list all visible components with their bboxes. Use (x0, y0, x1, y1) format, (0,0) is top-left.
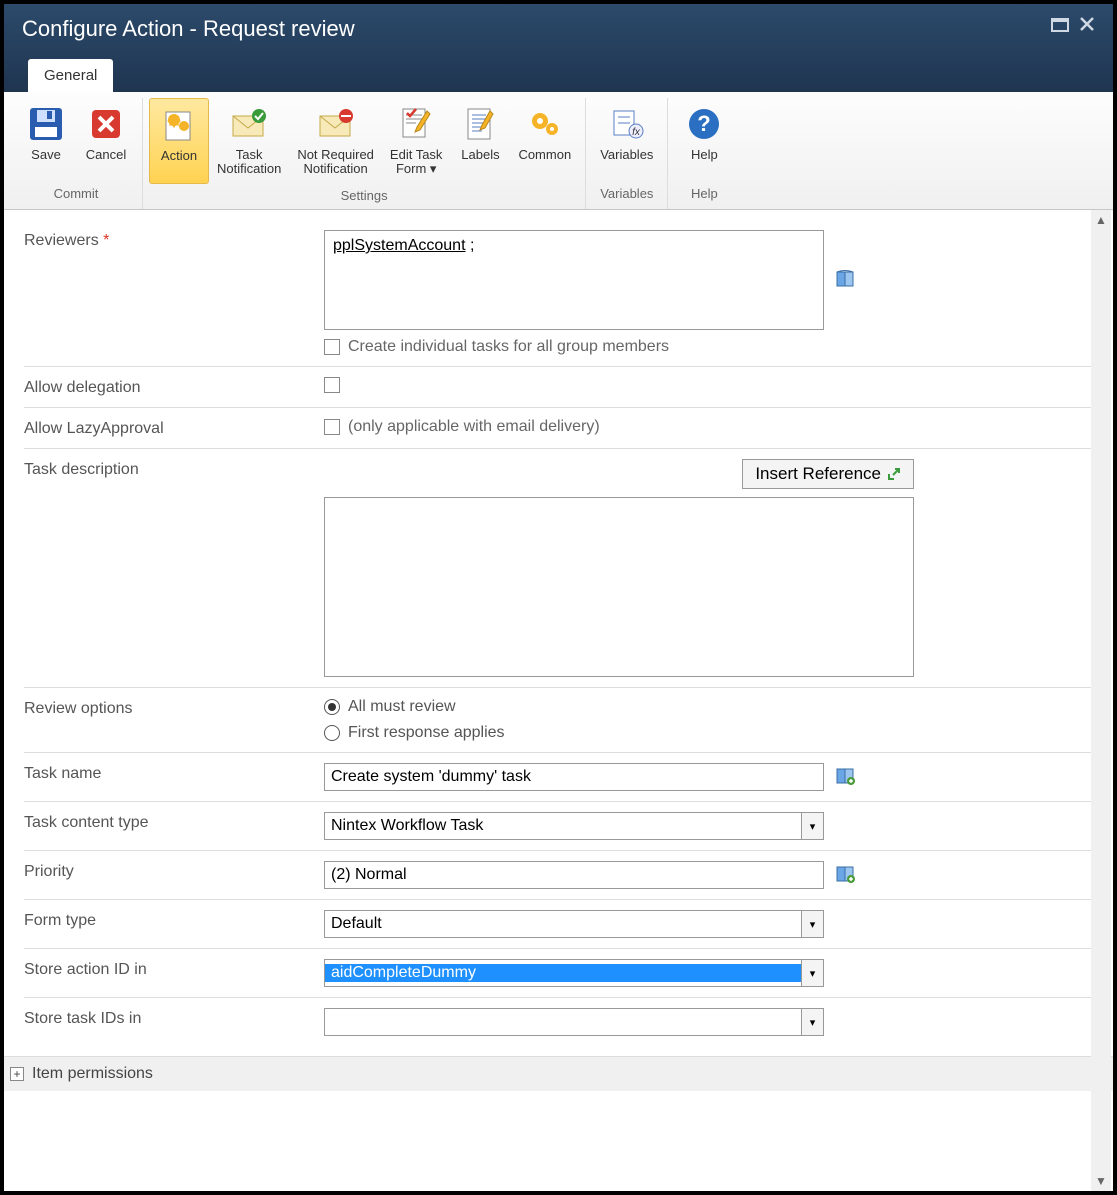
store-action-select[interactable]: aidCompleteDummy ▾ (324, 959, 824, 987)
maximize-button[interactable] (1051, 16, 1069, 37)
svg-text:fx: fx (632, 127, 641, 138)
close-button[interactable] (1079, 16, 1095, 37)
help-button[interactable]: ? Help (674, 98, 734, 182)
row-reviewers: Reviewers * pplSystemAccount ; Create in… (24, 220, 1093, 366)
lookup-icon[interactable] (836, 865, 856, 886)
row-allow-delegation: Allow delegation (24, 366, 1093, 407)
row-form-type: Form type Default ▾ (24, 899, 1093, 948)
review-opt-all-label: All must review (348, 698, 456, 716)
task-description-input[interactable] (324, 497, 914, 677)
svg-text:?: ? (698, 111, 711, 136)
chevron-down-icon: ▾ (801, 960, 823, 986)
create-individual-checkbox[interactable] (324, 339, 340, 355)
ribbon-group-label: Commit (54, 182, 99, 207)
window-controls (1051, 16, 1095, 37)
title-bar: Configure Action - Request review (4, 4, 1113, 92)
create-individual-label: Create individual tasks for all group me… (348, 338, 669, 356)
allow-lazy-label: Allow LazyApproval (24, 418, 324, 438)
scroll-down-icon[interactable]: ▼ (1091, 1171, 1111, 1191)
row-store-task-ids: Store task IDs in ▾ (24, 997, 1093, 1046)
allow-lazy-checkbox[interactable] (324, 419, 340, 435)
required-marker: * (103, 232, 109, 249)
row-task-description: Task description Insert Reference (24, 448, 1093, 687)
store-task-select[interactable]: ▾ (324, 1008, 824, 1036)
ribbon: Save Cancel Commit Action (4, 92, 1113, 210)
task-content-type-select[interactable]: Nintex Workflow Task ▾ (324, 812, 824, 840)
row-task-content-type: Task content type Nintex Workflow Task ▾ (24, 801, 1093, 850)
configure-action-dialog: Configure Action - Request review Genera… (0, 0, 1117, 1195)
insert-reference-button[interactable]: Insert Reference (742, 459, 914, 489)
not-required-notification-button[interactable]: Not Required Notification (289, 98, 382, 184)
store-task-label: Store task IDs in (24, 1008, 324, 1036)
save-icon (26, 104, 66, 144)
item-permissions-section[interactable]: + Item permissions (4, 1056, 1113, 1091)
ribbon-group-help: ? Help Help (668, 98, 740, 209)
variables-button[interactable]: fx Variables (592, 98, 661, 182)
common-button[interactable]: Common (510, 98, 579, 184)
reviewers-label: Reviewers * (24, 230, 324, 356)
edit-form-icon (396, 104, 436, 144)
task-notification-button[interactable]: Task Notification (209, 98, 289, 184)
ribbon-group-commit: Save Cancel Commit (10, 98, 143, 209)
row-store-action-id: Store action ID in aidCompleteDummy ▾ (24, 948, 1093, 997)
addressbook-icon[interactable] (836, 270, 856, 291)
allow-delegation-label: Allow delegation (24, 377, 324, 397)
task-content-type-label: Task content type (24, 812, 324, 840)
content-scroll[interactable]: Reviewers * pplSystemAccount ; Create in… (4, 210, 1113, 1191)
chevron-down-icon: ▾ (801, 911, 823, 937)
action-icon (159, 105, 199, 145)
task-name-input[interactable] (324, 763, 824, 791)
expand-icon: + (10, 1067, 24, 1081)
vertical-scrollbar[interactable]: ▲ ▼ (1091, 210, 1111, 1191)
reviewers-input[interactable]: pplSystemAccount ; (324, 230, 824, 330)
action-button[interactable]: Action (149, 98, 209, 184)
lookup-icon[interactable] (836, 767, 856, 788)
review-opt-first-radio[interactable] (324, 725, 340, 741)
cancel-icon (86, 104, 126, 144)
chevron-down-icon: ▾ (801, 813, 823, 839)
variables-icon: fx (607, 104, 647, 144)
ribbon-group-settings: Action Task Notification Not Required No… (143, 98, 586, 209)
edit-task-form-button[interactable]: Edit Task Form ▾ (382, 98, 451, 184)
reviewer-entry[interactable]: pplSystemAccount (333, 237, 466, 254)
row-task-name: Task name (24, 752, 1093, 801)
ribbon-group-label: Help (691, 182, 718, 207)
ribbon-group-label: Variables (600, 182, 653, 207)
lazy-hint: (only applicable with email delivery) (348, 418, 600, 436)
priority-input[interactable] (324, 861, 824, 889)
save-button[interactable]: Save (16, 98, 76, 182)
ribbon-group-variables: fx Variables Variables (586, 98, 668, 209)
form-type-label: Form type (24, 910, 324, 938)
help-icon: ? (684, 104, 724, 144)
envelope-block-icon (316, 104, 356, 144)
cancel-button[interactable]: Cancel (76, 98, 136, 182)
review-options-label: Review options (24, 698, 324, 742)
tab-general[interactable]: General (28, 59, 113, 92)
window-title: Configure Action - Request review (22, 16, 355, 42)
envelope-check-icon (229, 104, 269, 144)
row-priority: Priority (24, 850, 1093, 899)
review-opt-first-label: First response applies (348, 724, 505, 742)
allow-delegation-checkbox[interactable] (324, 377, 340, 393)
review-opt-all-radio[interactable] (324, 699, 340, 715)
form-type-select[interactable]: Default ▾ (324, 910, 824, 938)
form-content: Reviewers * pplSystemAccount ; Create in… (4, 210, 1113, 1056)
ribbon-group-label: Settings (341, 184, 388, 209)
task-description-label: Task description (24, 459, 324, 677)
item-permissions-label: Item permissions (32, 1065, 153, 1083)
labels-icon (460, 104, 500, 144)
scroll-up-icon[interactable]: ▲ (1091, 210, 1111, 230)
task-name-label: Task name (24, 763, 324, 791)
row-review-options: Review options All must review First res… (24, 687, 1093, 752)
priority-label: Priority (24, 861, 324, 889)
labels-button[interactable]: Labels (450, 98, 510, 184)
chevron-down-icon: ▾ (801, 1009, 823, 1035)
row-allow-lazy: Allow LazyApproval (only applicable with… (24, 407, 1093, 448)
scroll-track[interactable] (1091, 230, 1111, 1171)
external-link-icon (887, 467, 901, 481)
store-action-label: Store action ID in (24, 959, 324, 987)
gears-icon (525, 104, 565, 144)
